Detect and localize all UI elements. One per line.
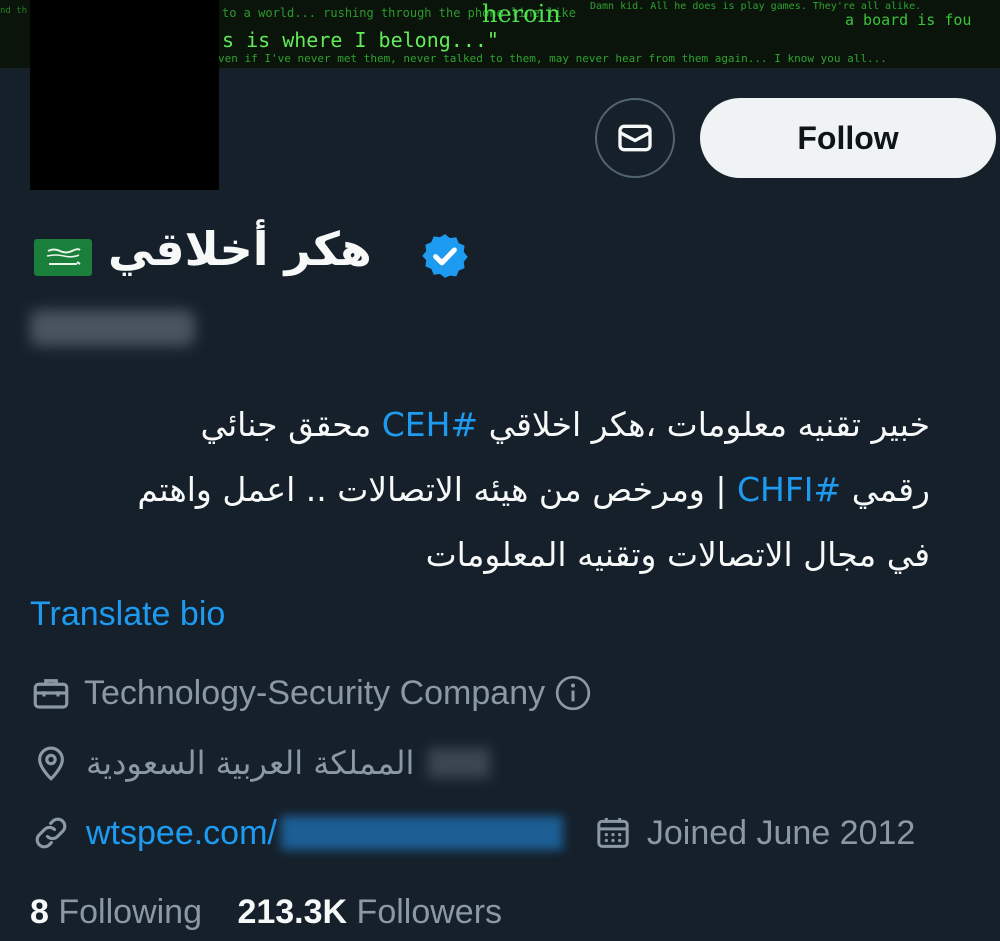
joined-text: Joined June 2012 bbox=[646, 813, 916, 852]
briefcase-icon bbox=[33, 679, 69, 709]
bio-text: رقمي bbox=[841, 470, 930, 509]
redacted-location bbox=[428, 748, 491, 778]
bio-line: خبير تقنيه معلومات ،هكر اخلاقي #CEH محقق… bbox=[30, 392, 930, 457]
banner-text: nd th bbox=[0, 6, 28, 16]
banner-text: a board is fou bbox=[845, 11, 972, 29]
calendar-icon bbox=[597, 818, 629, 848]
envelope-icon bbox=[618, 124, 652, 152]
display-name: هكر أخلاقي bbox=[108, 222, 372, 276]
verified-badge-icon bbox=[422, 234, 468, 278]
profile-meta-row: wtspee.com/ Joined June 2012 bbox=[30, 812, 915, 854]
banner-text: heroin bbox=[482, 0, 561, 28]
bio-line: رقمي #CHFI | ومرخص من هيئه الاتصالات .. … bbox=[30, 457, 930, 522]
location-text: المملكة العربية السعودية bbox=[86, 744, 415, 782]
saudi-flag-icon bbox=[34, 239, 92, 276]
profile-bio: خبير تقنيه معلومات ،هكر اخلاقي #CEH محقق… bbox=[30, 392, 930, 587]
username-handle bbox=[30, 310, 195, 346]
link-icon bbox=[35, 817, 67, 849]
profile-category: Technology-Security Company bbox=[30, 672, 593, 714]
bio-line: في مجال الاتصالات وتقنيه المعلومات bbox=[425, 535, 930, 574]
profile-location: المملكة العربية السعودية bbox=[30, 742, 491, 784]
message-button[interactable] bbox=[595, 98, 675, 178]
bio-text: | ومرخص من هيئه الاتصالات .. اعمل واهتم bbox=[137, 470, 737, 509]
followers-label: Followers bbox=[356, 893, 503, 931]
following-link[interactable]: 8 Following bbox=[30, 893, 202, 931]
banner-text: ven if I've never met them, never talked… bbox=[218, 52, 887, 65]
follow-stats: 8 Following 213.3K Followers bbox=[30, 893, 502, 932]
info-icon[interactable] bbox=[553, 673, 593, 713]
hashtag-link[interactable]: #CHFI bbox=[737, 470, 841, 509]
banner-text: s is where I belong..." bbox=[222, 28, 499, 52]
joined-date: Joined June 2012 bbox=[593, 813, 915, 853]
website-link[interactable]: wtspee.com/ bbox=[86, 814, 277, 853]
following-label: Following bbox=[58, 893, 202, 931]
translate-bio-link[interactable]: Translate bio bbox=[30, 595, 225, 634]
bio-text: خبير تقنيه معلومات ،هكر اخلاقي bbox=[478, 405, 930, 444]
followers-count: 213.3K bbox=[237, 893, 348, 931]
follow-button[interactable]: Follow bbox=[700, 98, 996, 178]
hashtag-link[interactable]: #CEH bbox=[382, 405, 478, 444]
followers-link[interactable]: 213.3K Followers bbox=[237, 893, 502, 931]
location-pin-icon bbox=[38, 746, 64, 781]
bio-text: محقق جنائي bbox=[200, 405, 382, 444]
following-count: 8 bbox=[30, 893, 49, 931]
redacted-link bbox=[280, 816, 563, 850]
avatar[interactable] bbox=[30, 0, 219, 190]
category-label: Technology-Security Company bbox=[84, 673, 546, 712]
